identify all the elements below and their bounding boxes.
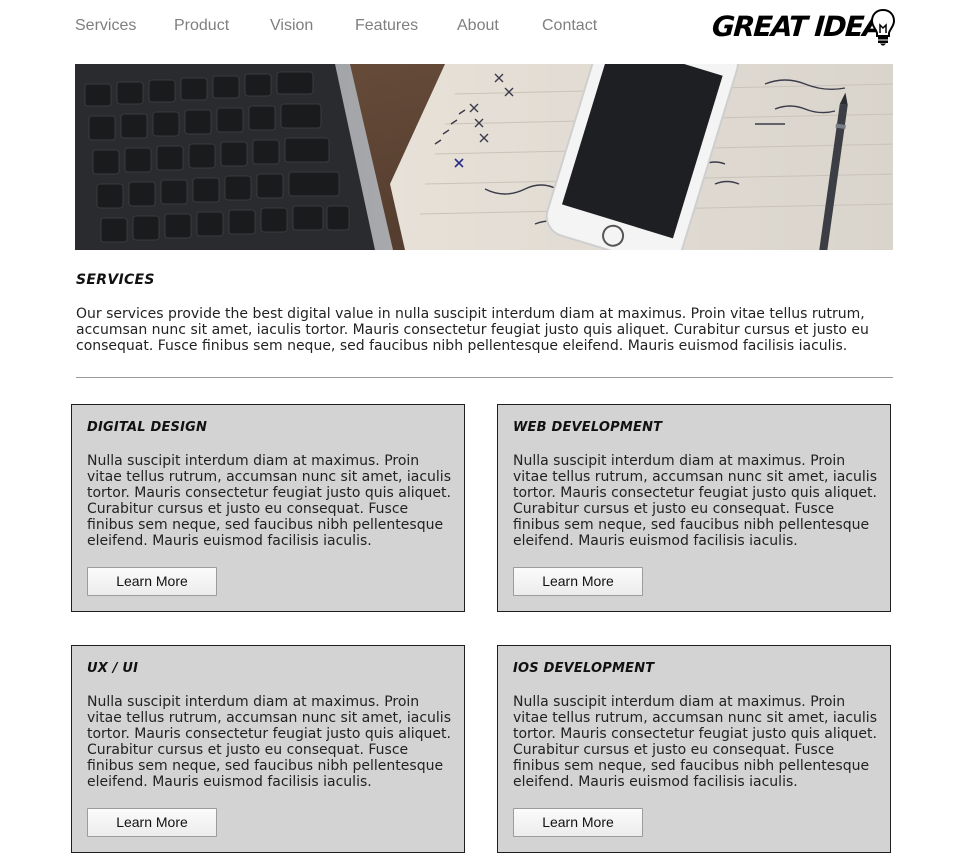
logo[interactable]: GREAT IDEA bbox=[710, 8, 897, 48]
services-intro: Our services provide the best digital va… bbox=[76, 306, 869, 354]
card-body: Nulla suscipit interdum diam at maximus.… bbox=[513, 694, 877, 790]
service-card: IOS DEVELOPMENT Nulla suscipit interdum … bbox=[497, 645, 891, 853]
service-card: DIGITAL DESIGN Nulla suscipit interdum d… bbox=[71, 404, 465, 612]
service-card: UX / UI Nulla suscipit interdum diam at … bbox=[71, 645, 465, 853]
nav-item-product[interactable]: Product bbox=[174, 17, 229, 35]
divider bbox=[76, 377, 893, 378]
card-body: Nulla suscipit interdum diam at maximus.… bbox=[513, 453, 877, 549]
nav-item-services[interactable]: Services bbox=[75, 17, 136, 35]
nav-item-vision[interactable]: Vision bbox=[270, 17, 313, 35]
nav-item-contact[interactable]: Contact bbox=[542, 17, 597, 35]
section-title: SERVICES bbox=[76, 272, 155, 288]
card-body: Nulla suscipit interdum diam at maximus.… bbox=[87, 453, 451, 549]
card-title: WEB DEVELOPMENT bbox=[513, 420, 663, 435]
service-card: WEB DEVELOPMENT Nulla suscipit interdum … bbox=[497, 404, 891, 612]
card-title: DIGITAL DESIGN bbox=[87, 420, 208, 435]
card-title: IOS DEVELOPMENT bbox=[513, 661, 655, 676]
logo-text: GREAT IDEA bbox=[710, 10, 885, 43]
card-body: Nulla suscipit interdum diam at maximus.… bbox=[87, 694, 451, 790]
nav-item-about[interactable]: About bbox=[457, 17, 499, 35]
learn-more-button[interactable]: Learn More bbox=[87, 808, 217, 837]
lightbulb-icon bbox=[870, 8, 896, 46]
nav-item-features[interactable]: Features bbox=[355, 17, 418, 35]
hero-image bbox=[75, 64, 893, 250]
learn-more-button[interactable]: Learn More bbox=[513, 808, 643, 837]
learn-more-button[interactable]: Learn More bbox=[87, 567, 217, 596]
card-title: UX / UI bbox=[87, 661, 139, 676]
learn-more-button[interactable]: Learn More bbox=[513, 567, 643, 596]
